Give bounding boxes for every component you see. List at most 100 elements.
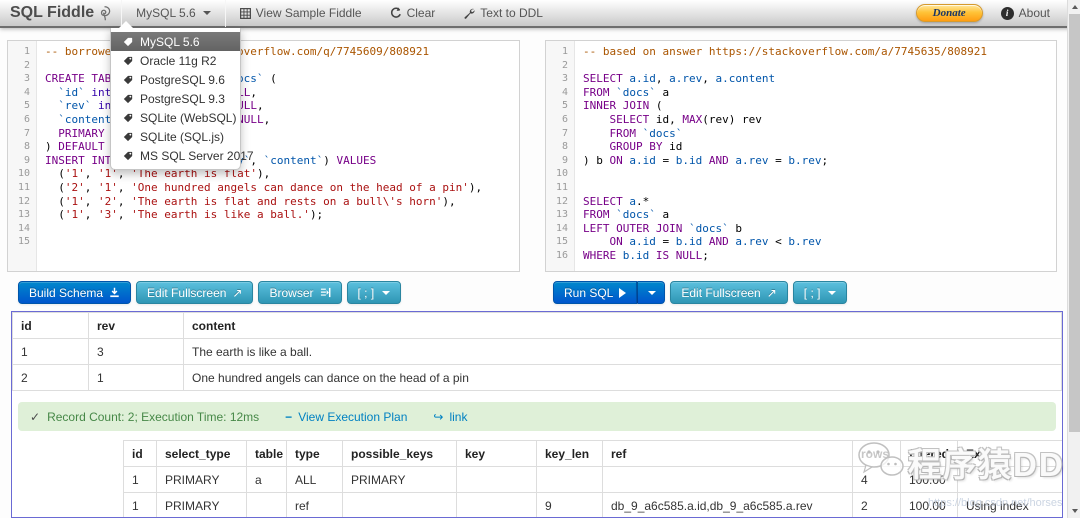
share-arrow-icon: ↪: [433, 409, 444, 424]
triangle-down-icon: [1071, 509, 1078, 513]
db-menu-item[interactable]: PostgreSQL 9.6: [111, 70, 240, 89]
table-cell: a: [246, 466, 287, 493]
table-cell: The earth is like a ball.: [183, 338, 1062, 365]
table-row: 1 PRIMARY a ALL PRIMARY 4 100.00: [123, 466, 1062, 493]
db-menu: MySQL 5.6 Oracle 11g R2 PostgreSQL 9.6 Post…: [110, 21, 254, 170]
schema-edit-fullscreen-button[interactable]: Edit Fullscreen ↗: [136, 281, 254, 304]
chevron-down-icon: [648, 290, 657, 295]
query-edit-fullscreen-button[interactable]: Edit Fullscreen ↗: [670, 281, 788, 304]
status-summary: Record Count: 2; Execution Time: 12ms: [47, 409, 260, 424]
run-sql-split-button: Run SQL: [553, 281, 666, 304]
db-menu-item[interactable]: MySQL 5.6: [111, 32, 240, 51]
tag-icon: [123, 94, 133, 104]
db-menu-item[interactable]: SQLite (SQL.js): [111, 127, 240, 146]
fullscreen-arrow-icon: ↗: [232, 285, 243, 300]
results-panel: id rev content 1 3 The earth is like a ball.…: [11, 311, 1063, 518]
table-cell: 1: [12, 338, 89, 365]
db-selector-dropdown[interactable]: MySQL 5.6: [122, 0, 225, 26]
column-header: rows: [852, 440, 901, 467]
chevron-down-icon: [202, 11, 211, 15]
db-menu-item[interactable]: PostgreSQL 9.3: [111, 89, 240, 108]
table-cell: PRIMARY: [156, 492, 247, 517]
app-logo: SQL Fiddle: [0, 4, 121, 22]
scroll-down-button[interactable]: [1068, 504, 1080, 518]
info-icon: [1000, 6, 1014, 20]
play-icon: [619, 287, 627, 298]
column-header: type: [286, 440, 343, 467]
table-row: 1 3 The earth is like a ball.: [12, 338, 1062, 365]
code-line: -- based on answer https://stackoverflow…: [583, 45, 987, 58]
table-cell: 100.00: [900, 466, 958, 493]
query-code-area[interactable]: -- based on answer https://stackoverflow…: [576, 41, 1056, 271]
table-cell: 3: [88, 338, 184, 365]
refresh-icon: [390, 7, 402, 19]
plan-body: 1 PRIMARY a ALL PRIMARY 4 100.00 1 PRIMARY ref 9 db…: [123, 466, 1062, 517]
view-sample-fiddle-button[interactable]: View Sample Fiddle: [226, 0, 376, 26]
db-menu-item[interactable]: MS SQL Server 2017: [111, 146, 254, 165]
table-cell: 9: [536, 492, 603, 517]
share-link[interactable]: ↪ link: [433, 410, 467, 424]
code-line: ('2', '1', 'One hundred angels can dance…: [45, 180, 483, 194]
db-menu-item-label: SQLite (WebSQL): [140, 110, 237, 125]
table-cell: 1: [88, 364, 184, 391]
query-delimiter-dropdown[interactable]: [ ; ]: [792, 281, 848, 304]
chevron-down-icon: [828, 290, 837, 295]
browser-button[interactable]: Browser: [258, 281, 342, 304]
plan-header-row: id select_type table type possible_keys key ke…: [123, 440, 1062, 467]
code-line: FROM `docs`: [609, 126, 683, 140]
column-header: id: [12, 312, 89, 339]
chevron-down-icon: [382, 290, 391, 295]
table-cell: PRIMARY: [156, 466, 247, 493]
code-line: FROM `docs` a: [583, 208, 670, 222]
run-sql-button[interactable]: Run SQL: [553, 281, 638, 304]
query-toolbar: Run SQL Edit Fullscreen ↗ [ ; ]: [553, 281, 848, 304]
query-editor[interactable]: 1 2 3 4 5 6 7 8 9 10 11 12 13 14 15 16 -- based on answ…: [545, 40, 1057, 272]
code-line: LEFT OUTER JOIN `docs` b: [583, 221, 742, 235]
column-header: table: [246, 440, 287, 467]
db-menu-item[interactable]: SQLite (WebSQL): [111, 108, 240, 127]
donate-button[interactable]: Donate: [915, 4, 983, 22]
scrollbar-thumb[interactable]: [1069, 14, 1080, 432]
code-line: ON a.id = b.id AND a.rev < b.rev: [609, 235, 822, 249]
table-cell: Using index: [957, 492, 1062, 517]
text-to-ddl-button[interactable]: Text to DDL: [449, 0, 557, 26]
fiddle-scroll-icon: [96, 5, 113, 22]
code-line: ('1', '3', 'The earth is like a ball.');: [45, 208, 324, 222]
table-cell: 1: [123, 466, 157, 493]
db-menu-item-label: Oracle 11g R2: [140, 53, 217, 68]
db-menu-item-label: MySQL 5.6: [140, 34, 200, 49]
query-line-numbers: 1 2 3 4 5 6 7 8 9 10 11 12 13 14 15 16: [546, 41, 575, 271]
column-header: possible_keys: [342, 440, 457, 467]
table-cell: [536, 466, 603, 493]
table-row: 2 1 One hundred angels can dance on the he…: [12, 364, 1062, 391]
download-icon: [109, 287, 120, 298]
browser-panel-icon: [320, 287, 331, 298]
table-cell: [456, 466, 537, 493]
table-cell: 1: [123, 492, 157, 517]
results-header-row: id rev content: [12, 312, 1062, 339]
run-sql-options-button[interactable]: [637, 281, 666, 304]
clear-button[interactable]: Clear: [376, 0, 450, 26]
results-table: id rev content 1 3 The earth is like a ball.…: [12, 312, 1062, 391]
code-line: ('1', '2', 'The earth is flat and rests …: [45, 194, 456, 208]
column-header: Extra: [957, 440, 1062, 467]
about-button[interactable]: About: [1000, 6, 1050, 20]
code-line: SELECT id, MAX(rev) rev: [609, 112, 762, 126]
vertical-scrollbar[interactable]: [1067, 0, 1080, 518]
column-header: content: [183, 312, 1062, 339]
scroll-up-button[interactable]: [1068, 0, 1080, 14]
schema-delimiter-dropdown[interactable]: [ ; ]: [346, 281, 402, 304]
build-schema-button[interactable]: Build Schema: [18, 281, 132, 304]
table-cell: PRIMARY: [342, 466, 457, 493]
code-line: WHERE b.id IS NULL;: [583, 248, 709, 262]
table-cell: [957, 466, 1062, 493]
tag-icon: [123, 132, 133, 142]
view-execution-plan-link[interactable]: − View Execution Plan: [285, 410, 407, 424]
table-row: 1 PRIMARY ref 9 db_9_a6c585.a.id,db_9_a6c585…: [123, 492, 1062, 517]
wrench-icon: [463, 7, 475, 19]
schema-editor[interactable]: 123456789101112131415 -- borrowed from h…: [7, 40, 520, 272]
db-menu-item[interactable]: Oracle 11g R2: [111, 51, 240, 70]
db-menu-item-label: PostgreSQL 9.3: [140, 91, 225, 106]
